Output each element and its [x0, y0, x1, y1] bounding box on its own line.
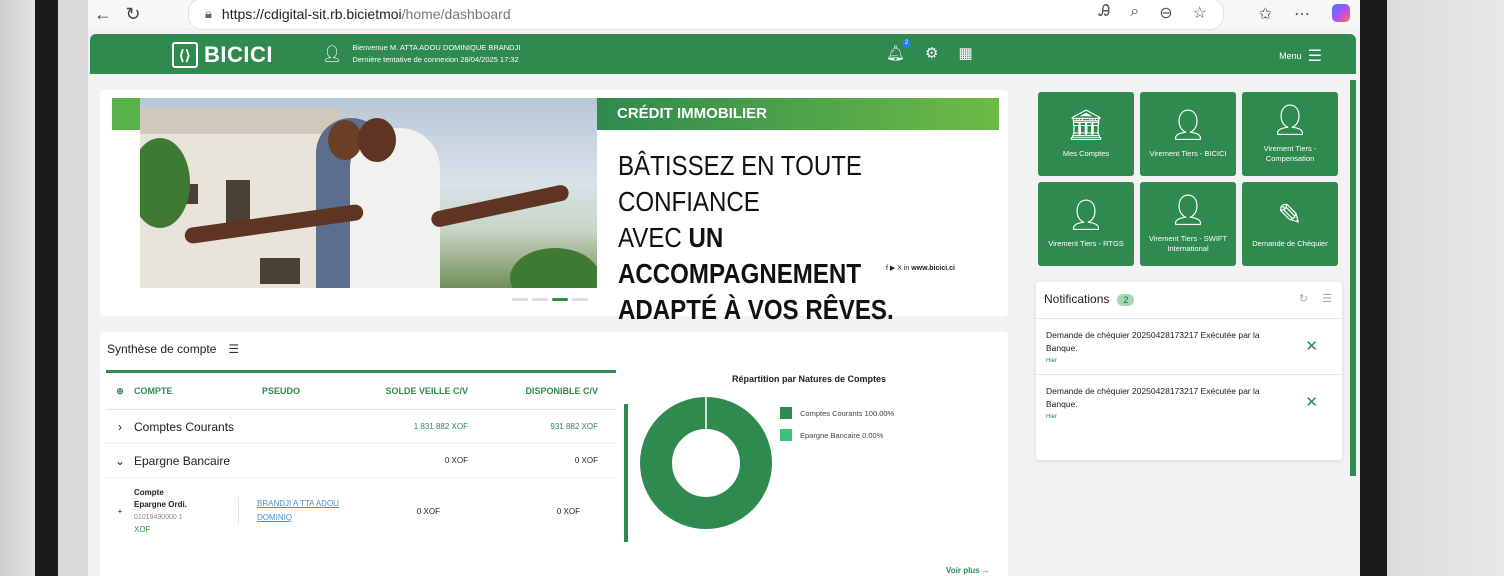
promo-tag: CRÉDIT IMMOBILIER [597, 98, 999, 130]
banner-accent [112, 98, 140, 130]
tile-demande-chequier[interactable]: ✎ Demande de Chéquier [1242, 182, 1338, 266]
transfer-icon: 👤︎ [1168, 194, 1208, 227]
cheque-icon: ✎ [1277, 199, 1303, 232]
hamburger-icon: ☰ [1307, 48, 1322, 65]
social-links: f ▶ X in www.bicici.ci [886, 265, 955, 272]
bank-icon: 🏛︎ [1066, 109, 1106, 142]
tile-virement-compensation[interactable]: 👤︎ Virement Tiers - Compensation [1242, 92, 1338, 176]
promo-banner[interactable]: CRÉDIT IMMOBILIER BÂTISSEZ EN TOUTE CONF… [100, 90, 1008, 325]
address-bar[interactable]: 🔒︎ https://cdigital-sit.rb.bicietmoi/hom… [188, 0, 1224, 30]
copilot-icon[interactable] [1332, 4, 1350, 22]
carousel-dots[interactable] [512, 298, 588, 301]
promo-headline: BÂTISSEZ EN TOUTE CONFIANCE AVEC UN ACCO… [618, 150, 894, 325]
voir-plus-link[interactable]: Voir plus → [946, 566, 990, 575]
legend-item[interactable]: Epargne Bancaire 0.00% [780, 424, 894, 446]
banner-photo [140, 98, 597, 288]
legend-swatch [780, 429, 792, 441]
transfer-icon: 👤︎ [1270, 104, 1310, 137]
tile-virement-rtgs[interactable]: 👤︎ Virement Tiers - RTGS [1038, 182, 1134, 266]
refresh-icon[interactable]: ↻ [1299, 292, 1308, 305]
transfer-icon: 👤︎ [1066, 199, 1106, 232]
minus-circle-icon[interactable]: ⊖ [1159, 3, 1172, 23]
pseudo-link[interactable]: BRANDJI A TTA ADOU DOMINIQ [238, 497, 350, 525]
col-solde: SOLDE VEILLE C/V [385, 386, 468, 396]
calculator-icon[interactable]: ▦ [959, 44, 973, 62]
chart-legend: Comptes Courants 100.00% Epargne Bancair… [780, 402, 894, 446]
carousel-dot[interactable] [512, 298, 528, 301]
legend-item[interactable]: Comptes Courants 100.00% [780, 402, 894, 424]
tile-mes-comptes[interactable]: 🏛︎ Mes Comptes [1038, 92, 1134, 176]
distribution-chart: Répartition par Natures de Comptes Compt… [624, 364, 1006, 550]
menu-button[interactable]: Menu ☰ [1279, 46, 1322, 66]
tile-virement-bicici[interactable]: 👤︎ Virement Tiers - BICICI [1140, 92, 1236, 176]
brand-name: BICICI [204, 42, 273, 67]
account-summary: Synthèse de compte ☰ ⊕ COMPTE PSEUDO SOLD… [100, 332, 1008, 576]
favorites-icon[interactable]: ✩ [1259, 4, 1272, 24]
app-header: ⟨⟩ BICICI 👤︎ Bienvenue M. ATTA ADOU DOMI… [90, 34, 1356, 74]
table-row[interactable]: ⌄ Epargne Bancaire 0 XOF 0 XOF [106, 444, 616, 478]
carousel-dot[interactable] [572, 298, 588, 301]
chevron-right-icon[interactable]: › [106, 420, 134, 434]
carousel-dot[interactable] [532, 298, 548, 301]
user-icon: 👤︎ [322, 46, 343, 63]
col-pseudo: PSEUDO [262, 386, 301, 396]
browser-toolbar: ← ↻ 🔒︎ https://cdigital-sit.rb.bicietmoi… [88, 0, 1360, 30]
close-icon[interactable]: ✕ [1305, 393, 1318, 411]
list-icon[interactable]: ☰ [228, 342, 239, 356]
reload-icon[interactable]: ↻ [118, 4, 148, 25]
donut-chart [640, 397, 772, 529]
notification-item[interactable]: Demande de chéquier 20250428173217 Exécu… [1036, 374, 1342, 431]
close-icon[interactable]: ✕ [1305, 337, 1318, 355]
transfer-icon: 👤︎ [1168, 109, 1208, 142]
chevron-down-icon[interactable]: ⌄ [106, 454, 134, 468]
chart-title: Répartition par Natures de Comptes [732, 374, 887, 384]
welcome-text: Bienvenue M. ATTA ADOU DOMINIQUE BRANDJI [352, 43, 521, 52]
add-circle-icon[interactable]: ⊕ [106, 386, 134, 397]
last-login-text: Dernière tentative de connexion 28/04/20… [352, 55, 519, 64]
sub-account-row[interactable]: + Compte Epargne Ordi. 01019490000 1 XOF … [106, 478, 616, 544]
legend-swatch [780, 407, 792, 419]
user-info: 👤︎ Bienvenue M. ATTA ADOU DOMINIQUE BRAN… [322, 42, 520, 66]
menu-label: Menu [1279, 51, 1302, 61]
device-frame-left [0, 0, 58, 576]
list-icon[interactable]: ☰ [1322, 292, 1332, 305]
star-icon[interactable]: ☆ [1193, 3, 1207, 23]
screen: ← ↻ 🔒︎ https://cdigital-sit.rb.bicietmoi… [88, 0, 1360, 576]
col-disponible: DISPONIBLE C/V [525, 386, 598, 396]
notifications-title: Notifications 2 [1044, 292, 1135, 306]
table-row[interactable]: › Comptes Courants 1 831 882 XOF 931 882… [106, 410, 616, 444]
quick-actions: 🏛︎ Mes Comptes 👤︎ Virement Tiers - BICICI … [1038, 92, 1338, 266]
zoom-icon[interactable]: ⌕ [1130, 3, 1139, 23]
logo-mark-icon: ⟨⟩ [172, 42, 198, 68]
notification-badge: 2 [902, 39, 912, 48]
scrollbar[interactable] [1350, 80, 1356, 476]
carousel-dot[interactable] [552, 298, 568, 301]
read-aloud-icon[interactable]: Ꭿ [1099, 3, 1111, 23]
chart-accent-bar [624, 404, 628, 542]
col-compte: COMPTE [134, 386, 173, 396]
url-text: https://cdigital-sit.rb.bicietmoi/home/d… [221, 6, 511, 22]
device-frame-right [1354, 0, 1504, 576]
brand-logo[interactable]: ⟨⟩ BICICI [172, 42, 273, 68]
summary-title: Synthèse de compte ☰ [107, 342, 240, 356]
accounts-table: ⊕ COMPTE PSEUDO SOLDE VEILLE C/V DISPONI… [106, 370, 616, 544]
plus-icon[interactable]: + [106, 507, 134, 516]
more-icon[interactable]: ⋯ [1294, 4, 1310, 24]
gear-icon[interactable]: ⚙ [925, 44, 938, 62]
notification-count: 2 [1117, 294, 1135, 306]
bell-icon[interactable]: 🔔︎ 2 [886, 39, 912, 62]
tile-virement-swift[interactable]: 👤︎ Virement Tiers - SWIFT International [1140, 182, 1236, 266]
back-icon[interactable]: ← [88, 4, 118, 25]
notification-item[interactable]: Demande de chéquier 20250428173217 Exécu… [1036, 318, 1342, 375]
notifications-panel: Notifications 2 ↻ ☰ Demande de chéquier 2… [1036, 282, 1342, 460]
lock-icon[interactable]: 🔒︎ [205, 6, 212, 22]
